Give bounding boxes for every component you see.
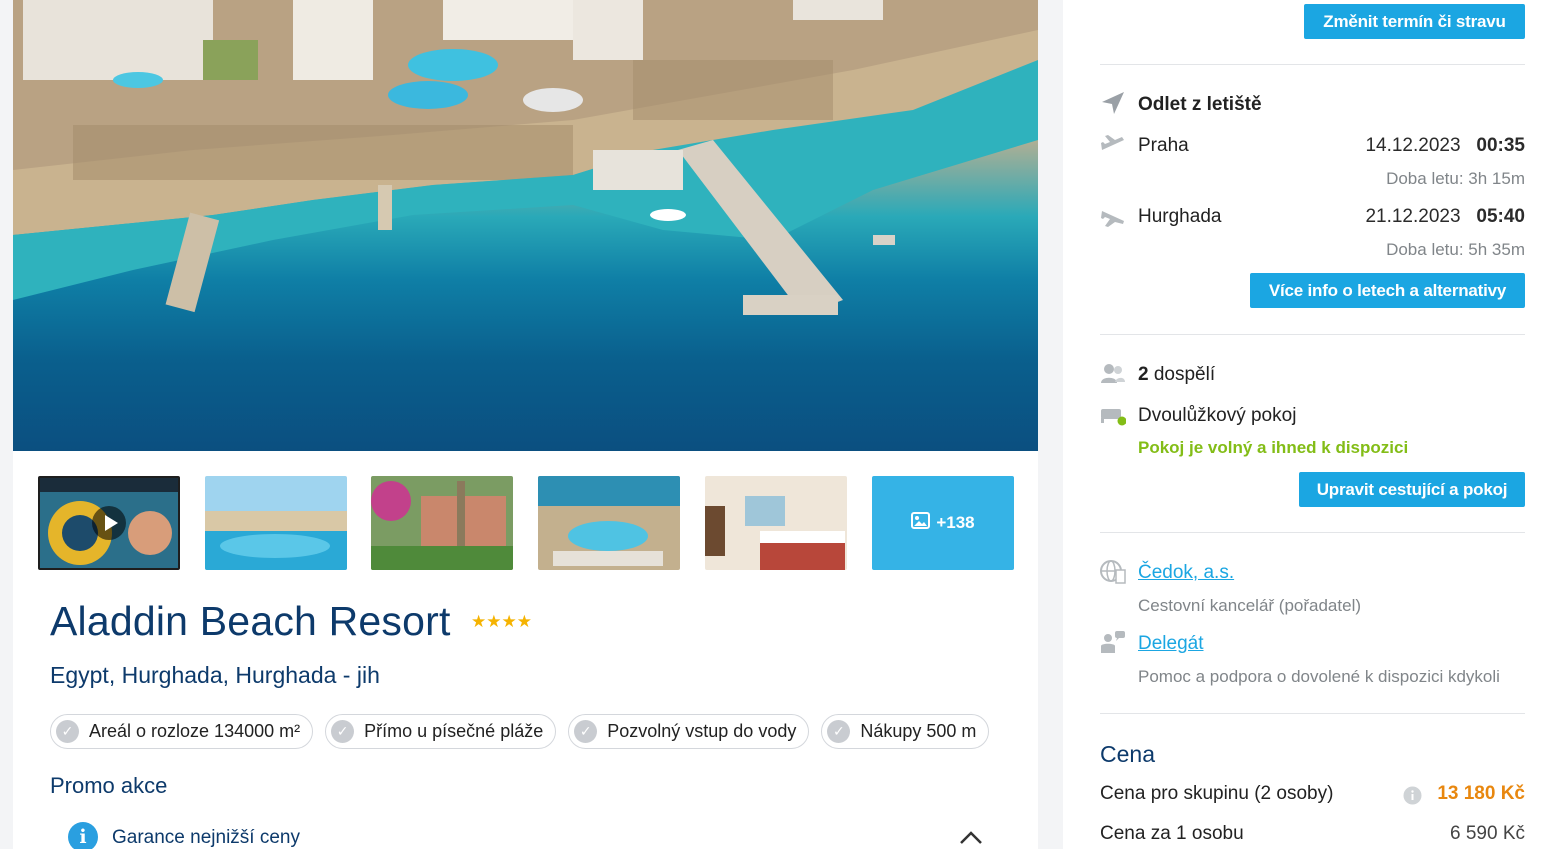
travellers-label: dospělí	[1153, 364, 1216, 385]
return-city: Hurghada	[1138, 206, 1222, 227]
outbound-date: 14.12.2023	[1365, 135, 1461, 156]
garden-thumbnail-image	[371, 476, 513, 570]
hotel-detail-panel: +138 Aladdin Beach Resort ★★★★ Egypt, Hu…	[13, 0, 1038, 849]
group-price-value: 13 180 Kč	[1437, 783, 1525, 804]
promo-section-title: Promo akce	[50, 773, 168, 798]
person-price-value: 6 590 Kč	[1450, 823, 1525, 844]
hero-photo[interactable]	[13, 0, 1038, 451]
pool-thumbnail-image	[205, 476, 347, 570]
delegate-icon	[1101, 631, 1125, 653]
thumbnail-video[interactable]	[38, 476, 180, 570]
divider	[1100, 532, 1525, 533]
hotel-stars: ★★★★	[471, 612, 532, 631]
booking-sidebar: Změnit termín či stravu Odlet z letiště …	[1063, 0, 1541, 849]
feature-label: Nákupy 500 m	[860, 721, 977, 741]
check-icon: ✓	[827, 720, 851, 743]
check-icon: ✓	[56, 720, 79, 743]
feature-label: Areál o rozloze 134000 m²	[89, 721, 301, 741]
thumbnail-pool[interactable]	[205, 476, 347, 570]
divider	[1100, 334, 1525, 335]
divider	[1100, 64, 1525, 65]
promo-item-label: Garance nejnižší ceny	[112, 827, 300, 848]
thumbnail-more-photos[interactable]: +138	[872, 476, 1014, 570]
return-date: 21.12.2023	[1365, 206, 1461, 227]
departure-title: Odlet z letiště	[1138, 94, 1262, 115]
hotel-name: Aladdin Beach Resort	[50, 598, 451, 644]
chevron-up-icon[interactable]	[958, 828, 984, 846]
check-icon: ✓	[574, 720, 598, 743]
person-price-label: Cena za 1 osobu	[1100, 823, 1244, 844]
operator-link[interactable]: Čedok, a.s.	[1138, 562, 1234, 584]
play-icon[interactable]	[92, 506, 126, 540]
feature-chip: ✓ Přímo u písečné pláže	[325, 714, 557, 749]
room-thumbnail-image	[705, 476, 847, 570]
return-time: 05:40	[1476, 206, 1525, 227]
divider	[1100, 713, 1525, 714]
more-photos-count: +138	[936, 513, 975, 532]
gallery-thumbnails: +138	[38, 476, 1014, 570]
landing-icon	[1101, 211, 1124, 227]
travellers: 2 dospělí	[1138, 364, 1215, 386]
outbound-time: 00:35	[1476, 135, 1525, 156]
feature-label: Přímo u písečné pláže	[364, 721, 544, 741]
feature-chip: ✓ Areál o rozloze 134000 m²	[50, 714, 314, 749]
outbound-datetime: 14.12.2023 00:35	[1365, 135, 1525, 157]
price-section-title: Cena	[1100, 741, 1155, 767]
price-info-icon[interactable]	[1403, 786, 1422, 805]
delegate-link[interactable]: Delegát	[1138, 633, 1204, 655]
users-icon	[1101, 364, 1125, 383]
gallery-icon	[911, 512, 931, 534]
promo-item[interactable]: i Garance nejnižší ceny	[68, 822, 988, 849]
thumbnail-room[interactable]	[705, 476, 847, 570]
travellers-count: 2	[1138, 364, 1149, 385]
plane-arrow-icon	[1102, 92, 1124, 114]
edit-travellers-button[interactable]: Upravit cestující a pokoj	[1299, 472, 1525, 507]
delegate-description: Pomoc a podpora o dovolené k dispozici k…	[1138, 667, 1500, 686]
hero-aerial-beach-image	[13, 0, 1038, 315]
operator-description: Cestovní kancelář (pořadatel)	[1138, 596, 1362, 615]
group-price-label: Cena pro skupinu (2 osoby)	[1100, 783, 1334, 804]
change-date-button[interactable]: Změnit termín či stravu	[1304, 4, 1525, 39]
flight-info-button[interactable]: Více info o letech a alternativy	[1250, 273, 1525, 308]
outbound-city: Praha	[1138, 135, 1189, 156]
takeoff-icon	[1101, 135, 1124, 150]
info-icon: i	[68, 822, 98, 849]
bed-icon	[1101, 409, 1126, 426]
thumbnail-garden[interactable]	[371, 476, 513, 570]
aerial-thumbnail-image	[538, 476, 680, 570]
feature-label: Pozvolný vstup do vody	[607, 721, 797, 741]
globe-office-icon	[1100, 560, 1126, 584]
thumbnail-aerial[interactable]	[538, 476, 680, 570]
feature-chip: ✓ Pozvolný vstup do vody	[568, 714, 810, 749]
check-icon: ✓	[331, 720, 355, 743]
outbound-duration: Doba letu: 3h 15m	[1386, 169, 1525, 188]
feature-chip: ✓ Nákupy 500 m	[821, 714, 990, 749]
return-duration: Doba letu: 5h 35m	[1386, 240, 1525, 259]
room-availability: Pokoj je volný a ihned k dispozici	[1138, 438, 1409, 457]
return-datetime: 21.12.2023 05:40	[1365, 206, 1525, 228]
feature-chips: ✓ Areál o rozloze 134000 m² ✓ Přímo u pí…	[50, 714, 990, 749]
room-type: Dvoulůžkový pokoj	[1138, 405, 1297, 426]
hotel-location: Egypt, Hurghada, Hurghada - jih	[50, 662, 380, 688]
